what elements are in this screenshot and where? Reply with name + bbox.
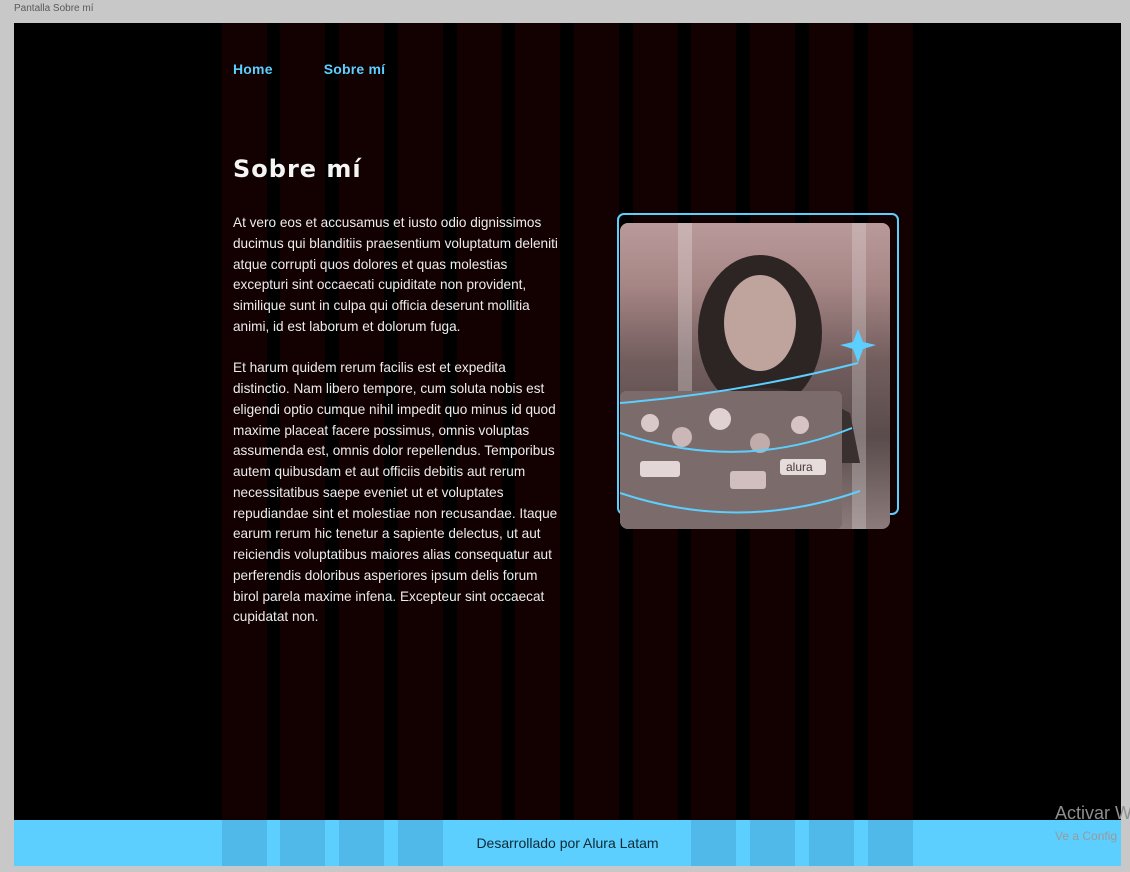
grid-column <box>339 820 384 866</box>
page-frame: Home Sobre mí Sobre mí At vero eos et ac… <box>14 23 1121 866</box>
profile-photo-block: alura <box>617 211 905 531</box>
grid-column <box>868 820 913 866</box>
footer: Desarrollado por Alura Latam <box>14 820 1121 866</box>
layout-grid-overlay <box>14 23 1121 866</box>
grid-column <box>574 23 619 866</box>
page-title: Sobre mí <box>233 155 362 183</box>
profile-photo-illustration: alura <box>620 223 890 529</box>
profile-photo: alura <box>620 223 890 529</box>
main-nav: Home Sobre mí <box>233 61 385 77</box>
grid-column <box>750 820 795 866</box>
frame-label: Pantalla Sobre mí <box>14 3 94 14</box>
grid-column <box>398 820 443 866</box>
grid-column <box>809 820 854 866</box>
grid-column <box>280 820 325 866</box>
nav-link-about[interactable]: Sobre mí <box>324 61 386 77</box>
about-text: At vero eos et accusamus et iusto odio d… <box>233 213 565 649</box>
grid-column <box>222 820 267 866</box>
footer-credit: Desarrollado por Alura Latam <box>476 835 659 851</box>
about-paragraph-2: Et harum quidem rerum facilis est et exp… <box>233 360 558 625</box>
activation-watermark-subtitle: Ve a Config <box>1055 829 1118 843</box>
nav-link-home[interactable]: Home <box>233 61 273 77</box>
sticker-text: alura <box>786 460 813 474</box>
grid-column <box>691 820 736 866</box>
activation-watermark-title: Activar W <box>1055 803 1130 823</box>
about-paragraph-1: At vero eos et accusamus et iusto odio d… <box>233 215 558 334</box>
